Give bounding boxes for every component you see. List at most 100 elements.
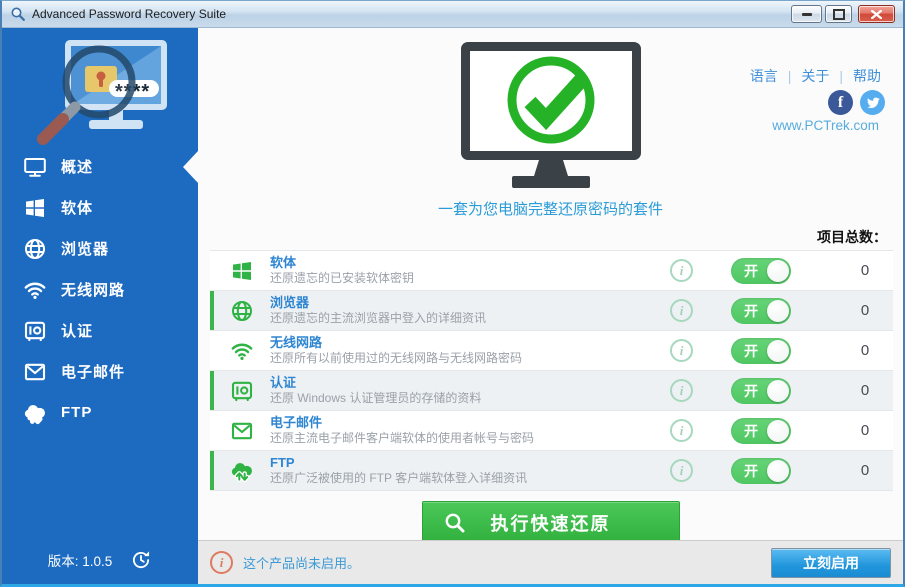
- feature-toggle[interactable]: 开: [731, 258, 791, 284]
- version-row: 版本: 1.0.5: [2, 549, 198, 571]
- feature-description: 还原遗忘的主流浏览器中登入的详细资讯: [270, 311, 670, 326]
- feature-text: 软体还原遗忘的已安装软体密钥: [270, 255, 670, 286]
- feature-count: 0: [837, 422, 893, 439]
- feature-list: 软体还原遗忘的已安装软体密钥i开0浏览器还原遗忘的主流浏览器中登入的详细资讯i开…: [210, 250, 893, 491]
- feature-title: FTP: [270, 455, 670, 471]
- info-icon[interactable]: i: [670, 379, 693, 402]
- warning-info-icon: i: [210, 551, 233, 574]
- wifi-icon: [22, 278, 48, 302]
- feature-row-ftp: FTP还原广泛被使用的 FTP 客户端软体登入详细资讯i 开 0: [210, 451, 893, 491]
- feature-row-software: 软体还原遗忘的已安装软体密钥i 开 0: [210, 250, 893, 291]
- globe-icon: [22, 237, 48, 261]
- envelope-icon: [228, 417, 256, 445]
- header-link-separator: |: [839, 68, 843, 84]
- windows-icon: [228, 257, 256, 285]
- info-icon[interactable]: i: [670, 299, 693, 322]
- toggle-on-label: 开: [744, 301, 758, 321]
- active-item-arrow: [183, 151, 198, 183]
- feature-toggle[interactable]: 开: [731, 298, 791, 324]
- check-update-icon[interactable]: [130, 549, 152, 571]
- sidebar-item-label: 认证: [61, 320, 93, 341]
- app-logo: ****: [2, 28, 198, 146]
- toggle-on-label: 开: [744, 381, 758, 401]
- window-title: Advanced Password Recovery Suite: [32, 7, 226, 21]
- toggle-knob: [767, 260, 789, 282]
- header-link-help[interactable]: 帮助: [853, 66, 881, 86]
- monitor-icon: [22, 155, 48, 179]
- website-link[interactable]: www.PCTrek.com: [772, 118, 879, 133]
- activate-now-button[interactable]: 立刻启用: [771, 548, 891, 578]
- sidebar-item-label: 电子邮件: [61, 361, 125, 382]
- feature-description: 还原遗忘的已安装软体密钥: [270, 271, 670, 286]
- header-link-separator: |: [788, 68, 792, 84]
- feature-toggle[interactable]: 开: [731, 458, 791, 484]
- sidebar-item-label: 浏览器: [61, 238, 109, 259]
- feature-row-email: 电子邮件还原主流电子邮件客户端软体的使用者帐号与密码i 开 0: [210, 411, 893, 451]
- footer-bar: i 这个产品尚未启用。 立刻启用: [198, 540, 903, 584]
- toggle-knob: [767, 380, 789, 402]
- globe-icon: [228, 297, 256, 325]
- sidebar-item-credentials[interactable]: 认证: [2, 310, 198, 351]
- feature-row-wireless: 无线网路还原所有以前使用过的无线网路与无线网路密码i开0: [210, 331, 893, 371]
- main-panel: 语言 | 关于 | 帮助 f www.PCTrek.com: [198, 28, 903, 584]
- info-icon[interactable]: i: [670, 459, 693, 482]
- safe-icon: [228, 377, 256, 405]
- envelope-icon: [22, 360, 48, 384]
- feature-count: 0: [837, 262, 893, 279]
- sidebar-item-ftp[interactable]: FTP: [2, 392, 198, 433]
- toggle-on-label: 开: [744, 421, 758, 441]
- header-links: 语言 | 关于 | 帮助: [750, 66, 881, 86]
- minimize-button[interactable]: [791, 5, 822, 23]
- header-link-language[interactable]: 语言: [750, 66, 778, 86]
- minimize-icon: [802, 13, 812, 16]
- feature-description: 还原广泛被使用的 FTP 客户端软体登入详细资讯: [270, 471, 670, 486]
- feature-title: 电子邮件: [270, 415, 670, 431]
- safe-icon: [22, 319, 48, 343]
- header-link-about[interactable]: 关于: [801, 66, 829, 86]
- sidebar: **** 概述软体浏览器无线网路认证电子邮件 FTP 版本: 1.0.5: [2, 28, 198, 584]
- sidebar-item-browser[interactable]: 浏览器: [2, 228, 198, 269]
- feature-description: 还原 Windows 认证管理员的存储的资料: [270, 391, 670, 406]
- feature-description: 还原主流电子邮件客户端软体的使用者帐号与密码: [270, 431, 670, 446]
- feature-text: FTP还原广泛被使用的 FTP 客户端软体登入详细资讯: [270, 455, 670, 486]
- info-icon[interactable]: i: [670, 339, 693, 362]
- sidebar-item-wireless[interactable]: 无线网路: [2, 269, 198, 310]
- feature-toggle[interactable]: 开: [731, 338, 791, 364]
- tagline: 一套为您电脑完整还原密码的套件: [438, 198, 663, 219]
- windows-icon: [22, 196, 48, 220]
- facebook-icon[interactable]: f: [828, 90, 853, 115]
- sidebar-item-overview[interactable]: 概述: [2, 146, 198, 187]
- magnifier-icon: [443, 511, 467, 535]
- feature-text: 浏览器还原遗忘的主流浏览器中登入的详细资讯: [270, 295, 670, 326]
- info-icon[interactable]: i: [670, 259, 693, 282]
- feature-count: 0: [837, 342, 893, 359]
- window-controls: [791, 5, 895, 23]
- quick-recover-button[interactable]: 执行快速还原: [422, 501, 680, 544]
- feature-text: 电子邮件还原主流电子邮件客户端软体的使用者帐号与密码: [270, 415, 670, 446]
- toggle-on-label: 开: [744, 341, 758, 361]
- sidebar-item-label: FTP: [61, 404, 92, 421]
- maximize-icon: [833, 9, 845, 20]
- logo-magnifier-monitor-graphic: ****: [27, 34, 173, 148]
- feature-title: 浏览器: [270, 295, 670, 311]
- feature-toggle[interactable]: 开: [731, 378, 791, 404]
- twitter-icon[interactable]: [860, 90, 885, 115]
- info-icon[interactable]: i: [670, 419, 693, 442]
- sidebar-item-email[interactable]: 电子邮件: [2, 351, 198, 392]
- feature-count: 0: [837, 462, 893, 479]
- cloud-ftp-icon: [22, 401, 48, 425]
- wifi-icon: [228, 337, 256, 365]
- app-icon: [10, 6, 26, 22]
- maximize-button[interactable]: [825, 5, 852, 23]
- app-window: Advanced Password Recovery Suite: [0, 0, 905, 587]
- sidebar-item-label: 无线网路: [61, 279, 125, 300]
- cloud-ftp-icon: [228, 457, 256, 485]
- feature-count: 0: [837, 382, 893, 399]
- toggle-knob: [767, 300, 789, 322]
- sidebar-item-software[interactable]: 软体: [2, 187, 198, 228]
- version-label: 版本: 1.0.5: [48, 550, 113, 570]
- total-items-label: 项目总数：: [198, 227, 887, 247]
- activation-notice: 这个产品尚未启用。: [243, 553, 360, 572]
- feature-toggle[interactable]: 开: [731, 418, 791, 444]
- close-button[interactable]: [858, 5, 895, 23]
